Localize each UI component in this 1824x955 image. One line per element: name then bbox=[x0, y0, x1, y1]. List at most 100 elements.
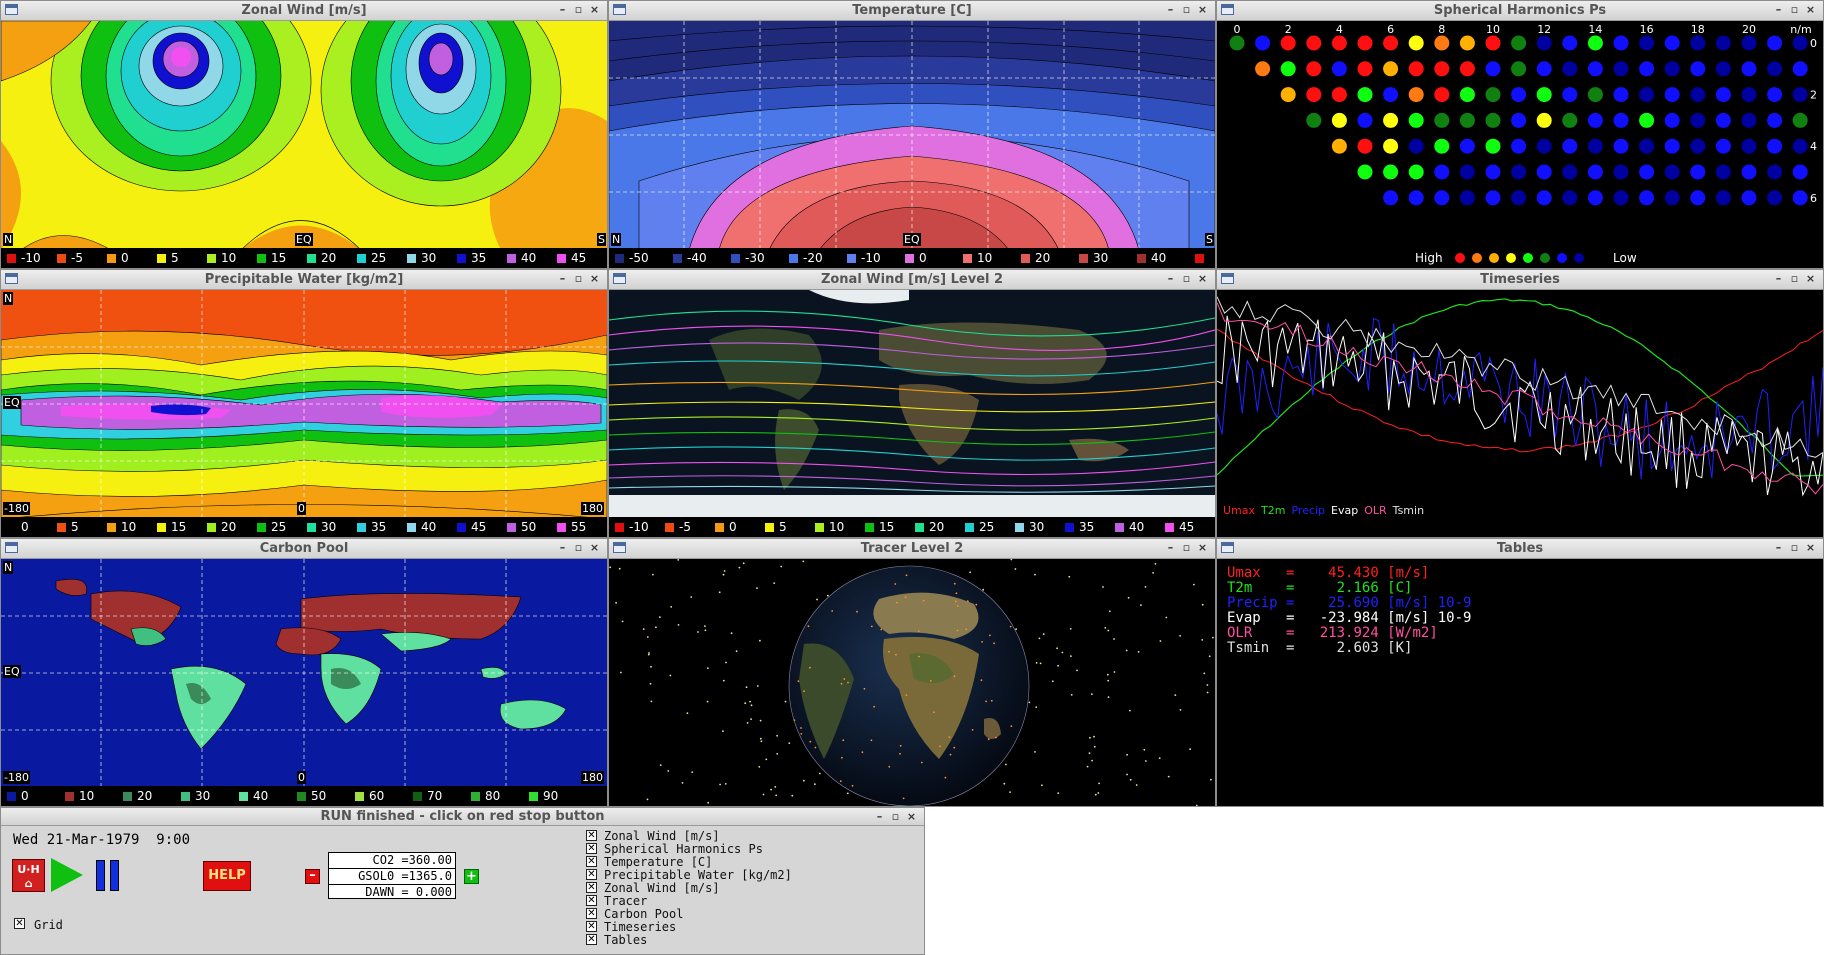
layer-checkbox[interactable]: ✕ bbox=[586, 843, 597, 854]
minimize-icon[interactable]: – bbox=[1772, 540, 1785, 556]
legend-value: 40 bbox=[253, 789, 269, 803]
minimize-icon[interactable]: – bbox=[1164, 540, 1177, 556]
layer-checkbox[interactable]: ✕ bbox=[586, 895, 597, 906]
timeseries-legend-item: Evap bbox=[1331, 504, 1359, 517]
maximize-icon[interactable]: ▫ bbox=[889, 809, 902, 825]
harmonic-dot bbox=[1613, 138, 1629, 154]
pause-button[interactable] bbox=[96, 860, 122, 891]
legend-swatch bbox=[123, 792, 132, 801]
precipitable-water-titlebar[interactable]: Precipitable Water [kg/m2] – ▫ × bbox=[1, 270, 607, 290]
maximize-icon[interactable]: ▫ bbox=[572, 2, 585, 18]
play-button[interactable] bbox=[51, 858, 83, 892]
harmonic-dot bbox=[1408, 35, 1424, 51]
maximize-icon[interactable]: ▫ bbox=[1180, 540, 1193, 556]
close-icon[interactable]: × bbox=[588, 540, 601, 556]
maximize-icon[interactable]: ▫ bbox=[1788, 2, 1801, 18]
close-icon[interactable]: × bbox=[1804, 271, 1817, 287]
temperature-label-north: N bbox=[611, 233, 622, 246]
uh-logo-button[interactable]: U·H ⌂ bbox=[12, 859, 45, 892]
layer-checkbox[interactable]: ✕ bbox=[586, 882, 597, 893]
grid-checkbox[interactable]: ✕ bbox=[14, 918, 25, 929]
tracer-particle bbox=[784, 700, 787, 703]
tables-titlebar[interactable]: Tables – ▫ × bbox=[1217, 539, 1823, 559]
tracer-particle bbox=[989, 634, 991, 637]
maximize-icon[interactable]: ▫ bbox=[572, 540, 585, 556]
legend-swatch bbox=[847, 254, 856, 263]
harmonic-dot bbox=[1357, 35, 1373, 51]
zonal-wind-titlebar[interactable]: Zonal Wind [m/s] – ▫ × bbox=[1, 1, 607, 21]
close-icon[interactable]: × bbox=[588, 2, 601, 18]
timeseries-legend-item: Umax bbox=[1223, 504, 1256, 517]
minimize-icon[interactable]: – bbox=[873, 809, 886, 825]
close-icon[interactable]: × bbox=[1196, 271, 1209, 287]
param-gsol0[interactable]: GSOL0 =1365.0 bbox=[329, 869, 455, 885]
minimize-icon[interactable]: – bbox=[1164, 271, 1177, 287]
maximize-icon[interactable]: ▫ bbox=[1180, 2, 1193, 18]
tracer-particle bbox=[646, 636, 649, 638]
close-icon[interactable]: × bbox=[1196, 540, 1209, 556]
table-metric-unit: [K] bbox=[1387, 640, 1413, 656]
layer-checkbox[interactable]: ✕ bbox=[586, 908, 597, 919]
m-axis-label: 0 bbox=[1810, 37, 1817, 50]
decrease-param-button[interactable]: – bbox=[305, 869, 320, 884]
harmonic-dot bbox=[1434, 35, 1450, 51]
timeseries-titlebar[interactable]: Timeseries – ▫ × bbox=[1217, 270, 1823, 290]
zonal-wind-level2-plot bbox=[609, 290, 1215, 519]
harmonic-dot bbox=[1434, 61, 1450, 77]
tracer-particle bbox=[1070, 655, 1072, 657]
minimize-icon[interactable]: – bbox=[1164, 2, 1177, 18]
model-datetime: Wed 21-Mar-1979 9:00 bbox=[13, 832, 191, 848]
help-button[interactable]: HELP bbox=[203, 861, 251, 891]
legend-swatch bbox=[471, 792, 480, 801]
maximize-icon[interactable]: ▫ bbox=[1180, 271, 1193, 287]
table-metric-value: -23.984 bbox=[1311, 610, 1388, 626]
window-title: Temperature [C] bbox=[852, 3, 972, 18]
layer-checkbox[interactable]: ✕ bbox=[586, 830, 597, 841]
tracer-particle bbox=[1068, 575, 1071, 578]
legend-value: 5 bbox=[779, 520, 787, 534]
control-panel-titlebar[interactable]: RUN finished - click on red stop button … bbox=[1, 808, 924, 826]
tracer-particle bbox=[949, 753, 952, 756]
maximize-icon[interactable]: ▫ bbox=[1788, 271, 1801, 287]
tracer-particle bbox=[722, 679, 725, 682]
tracer-particle bbox=[956, 605, 959, 607]
layer-checkbox[interactable]: ✕ bbox=[586, 856, 597, 867]
close-icon[interactable]: × bbox=[1196, 2, 1209, 18]
legend-value: 40 bbox=[421, 520, 437, 534]
tracer-particle bbox=[807, 625, 810, 628]
legend-value: -40 bbox=[687, 251, 707, 265]
tables-window: Tables – ▫ × Umax = 45.430 [m/s] T2m = 2.… bbox=[1216, 538, 1824, 807]
zonal-wind-label-equator: EQ bbox=[295, 233, 313, 246]
legend-value: 15 bbox=[171, 520, 187, 534]
tracer-particle bbox=[650, 700, 653, 703]
harmonic-dot bbox=[1792, 164, 1808, 180]
maximize-icon[interactable]: ▫ bbox=[1788, 540, 1801, 556]
maximize-icon[interactable]: ▫ bbox=[572, 271, 585, 287]
layer-checkbox[interactable]: ✕ bbox=[586, 921, 597, 932]
legend-swatch bbox=[507, 523, 516, 532]
zonal-wind-level2-titlebar[interactable]: Zonal Wind [m/s] Level 2 – ▫ × bbox=[609, 270, 1215, 290]
minimize-icon[interactable]: – bbox=[556, 540, 569, 556]
layer-checkbox[interactable]: ✕ bbox=[586, 869, 597, 880]
increase-param-button[interactable]: + bbox=[464, 869, 479, 884]
temperature-titlebar[interactable]: Temperature [C] – ▫ × bbox=[609, 1, 1215, 21]
param-dawn[interactable]: DAWN = 0.000 bbox=[329, 885, 455, 900]
minimize-icon[interactable]: – bbox=[1772, 2, 1785, 18]
minimize-icon[interactable]: – bbox=[556, 271, 569, 287]
close-icon[interactable]: × bbox=[905, 809, 918, 825]
minimize-icon[interactable]: – bbox=[1772, 271, 1785, 287]
close-icon[interactable]: × bbox=[588, 271, 601, 287]
close-icon[interactable]: × bbox=[1804, 540, 1817, 556]
tracer-particle bbox=[1210, 778, 1212, 781]
carbon-label-north: N bbox=[3, 561, 14, 574]
param-co2[interactable]: CO2 =360.00 bbox=[329, 853, 455, 869]
tracer-particle bbox=[730, 632, 733, 635]
spherical-harmonics-titlebar[interactable]: Spherical Harmonics Ps – ▫ × bbox=[1217, 1, 1823, 21]
layer-checkbox[interactable]: ✕ bbox=[586, 934, 597, 945]
carbon-pool-titlebar[interactable]: Carbon Pool – ▫ × bbox=[1, 539, 607, 559]
spherical-harmonics-dot-grid: 0 2 4 6 8 10 12 14 16 18 20 n/m0246 bbox=[1217, 21, 1823, 250]
close-icon[interactable]: × bbox=[1804, 2, 1817, 18]
tracer-particle bbox=[955, 592, 958, 595]
minimize-icon[interactable]: – bbox=[556, 2, 569, 18]
tracer-titlebar[interactable]: Tracer Level 2 – ▫ × bbox=[609, 539, 1215, 559]
